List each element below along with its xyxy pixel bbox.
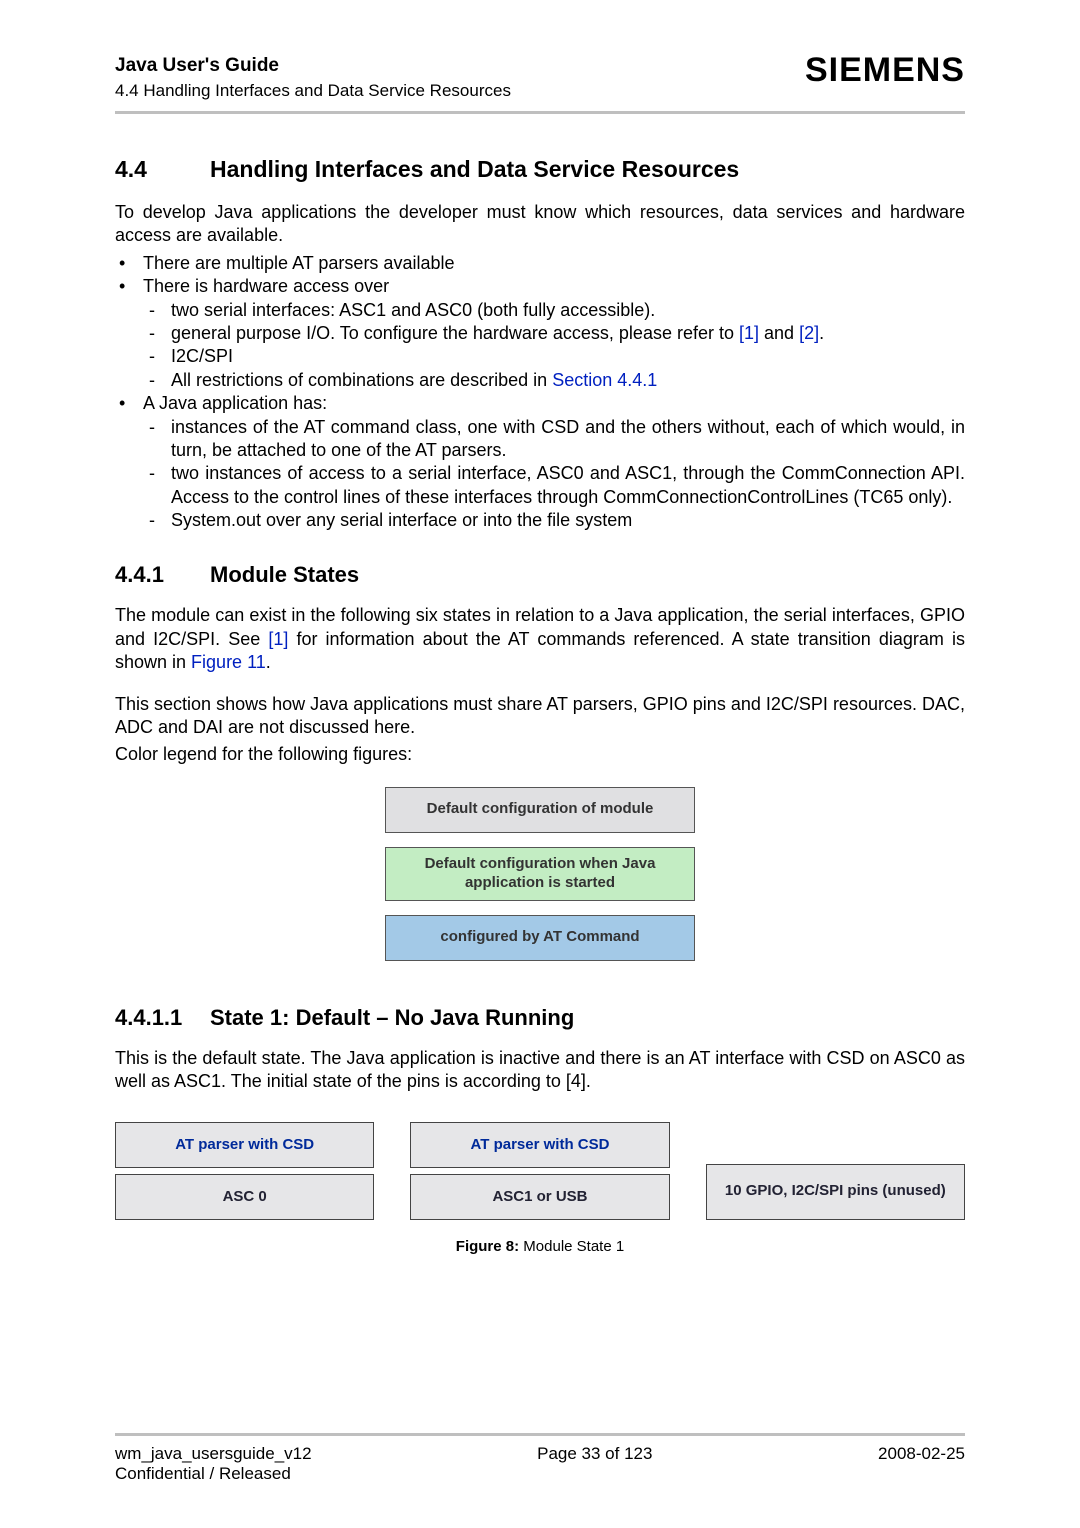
header-left: Java User's Guide 4.4 Handling Interface… [115, 55, 511, 101]
doc-title: Java User's Guide [115, 55, 511, 77]
header-divider [115, 111, 965, 114]
doc-subtitle: 4.4 Handling Interfaces and Data Service… [115, 81, 511, 101]
state1-col-asc0: AT parser with CSD ASC 0 [115, 1122, 374, 1220]
legend-default-module: Default configuration of module [385, 787, 695, 833]
footer-page-number: Page 33 of 123 [312, 1444, 878, 1464]
subbullet-gpio-end: . [819, 323, 824, 343]
state1-asc1-top: AT parser with CSD [410, 1122, 669, 1168]
legend-default-java: Default configuration when Java applicat… [385, 847, 695, 901]
page: Java User's Guide 4.4 Handling Interface… [0, 0, 1080, 1528]
state1-col-gpio: 10 GPIO, I2C/SPI pins (unused) [706, 1122, 965, 1220]
figure-8-text: Module State 1 [519, 1238, 624, 1255]
legend-at-command: configured by AT Command [385, 915, 695, 961]
subbullet-gpio: general purpose I/O. To configure the ha… [143, 322, 965, 345]
state1-paragraph: This is the default state. The Java appl… [115, 1047, 965, 1094]
footer-confidential: Confidential / Released [115, 1464, 965, 1484]
state1-asc1-bottom: ASC1 or USB [410, 1174, 669, 1220]
section-4-4-1-1-body: This is the default state. The Java appl… [115, 1047, 965, 1094]
bullet-java-app: A Java application has: instances of the… [115, 392, 965, 532]
heading-number: 4.4.1 [115, 562, 210, 588]
page-header: Java User's Guide 4.4 Handling Interface… [115, 55, 965, 101]
link-ref-2[interactable]: [2] [799, 323, 819, 343]
intro-paragraph: To develop Java applications the develop… [115, 201, 965, 248]
heading-title: Module States [210, 562, 359, 588]
brand-logo: SIEMENS [805, 51, 965, 90]
section-4-4-body: To develop Java applications the develop… [115, 201, 965, 532]
module-states-p3: Color legend for the following figures: [115, 743, 965, 766]
module-states-p2: This section shows how Java applications… [115, 693, 965, 740]
module-states-p1c: . [266, 652, 271, 672]
subbullet-serial-access: two instances of access to a serial inte… [143, 462, 965, 509]
heading-4-4-1-1: 4.4.1.1 State 1: Default – No Java Runni… [115, 1005, 965, 1031]
heading-4-4-1: 4.4.1 Module States [115, 562, 965, 588]
figure-8-caption: Figure 8: Module State 1 [115, 1238, 965, 1255]
footer-doc-id: wm_java_usersguide_v12 [115, 1444, 312, 1464]
bullet-hardware-access-text: There is hardware access over [143, 276, 389, 296]
link-ref-1b[interactable]: [1] [268, 629, 288, 649]
state1-gpio-box: 10 GPIO, I2C/SPI pins (unused) [706, 1164, 965, 1220]
link-ref-1[interactable]: [1] [739, 323, 759, 343]
color-legend: Default configuration of module Default … [115, 787, 965, 961]
section-4-4-1-body: The module can exist in the following si… [115, 604, 965, 766]
heading-4-4: 4.4 Handling Interfaces and Data Service… [115, 156, 965, 183]
subbullet-system-out: System.out over any serial interface or … [143, 509, 965, 532]
bullet-at-parsers: There are multiple AT parsers available [115, 252, 965, 275]
heading-number: 4.4 [115, 156, 210, 183]
link-figure-11[interactable]: Figure 11 [191, 652, 266, 672]
bullet-java-app-text: A Java application has: [143, 393, 327, 413]
page-footer: wm_java_usersguide_v12 Page 33 of 123 20… [115, 1433, 965, 1484]
footer-date: 2008-02-25 [878, 1444, 965, 1464]
state1-col-asc1: AT parser with CSD ASC1 or USB [410, 1122, 669, 1220]
heading-title: State 1: Default – No Java Running [210, 1005, 574, 1031]
subbullet-restrictions: All restrictions of combinations are des… [143, 369, 965, 392]
subbullet-serial-interfaces: two serial interfaces: ASC1 and ASC0 (bo… [143, 299, 965, 322]
heading-title: Handling Interfaces and Data Service Res… [210, 156, 739, 183]
subbullet-restrictions-text: All restrictions of combinations are des… [171, 370, 552, 390]
state1-diagram: AT parser with CSD ASC 0 AT parser with … [115, 1122, 965, 1220]
figure-8-label: Figure 8: [456, 1238, 519, 1255]
link-section-441[interactable]: Section 4.4.1 [552, 370, 657, 390]
subbullet-at-command-class: instances of the AT command class, one w… [143, 416, 965, 463]
module-states-p1: The module can exist in the following si… [115, 604, 965, 674]
bullet-hardware-access: There is hardware access over two serial… [115, 275, 965, 392]
subbullet-gpio-and: and [759, 323, 799, 343]
subbullet-gpio-text: general purpose I/O. To configure the ha… [171, 323, 739, 343]
footer-divider [115, 1433, 965, 1436]
state1-asc0-top: AT parser with CSD [115, 1122, 374, 1168]
state1-asc0-bottom: ASC 0 [115, 1174, 374, 1220]
heading-number: 4.4.1.1 [115, 1005, 210, 1031]
footer-left: wm_java_usersguide_v12 [115, 1444, 312, 1464]
subbullet-i2c-spi: I2C/SPI [143, 345, 965, 368]
